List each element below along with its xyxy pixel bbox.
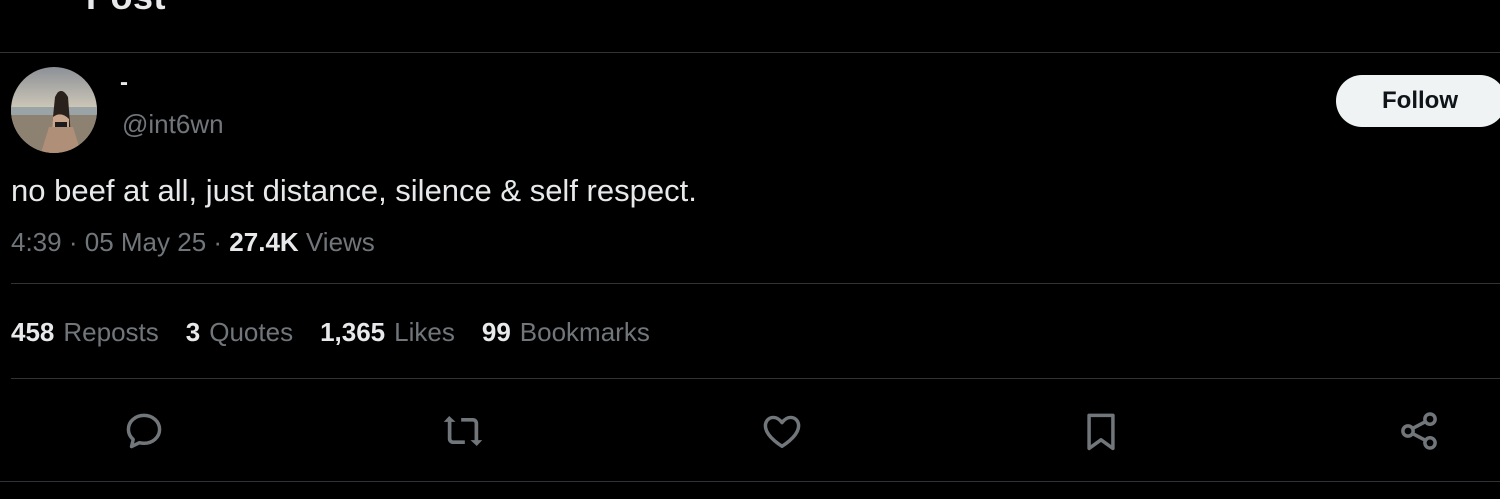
quotes-count: 3 bbox=[185, 317, 201, 347]
meta-separator: · bbox=[213, 227, 223, 257]
views-count: 27.4K bbox=[229, 227, 299, 257]
engagement-stats: 458 Reposts 3 Quotes 1,365 Likes 99 Bookmark… bbox=[11, 315, 677, 349]
quotes-label: Quotes bbox=[209, 317, 294, 347]
follow-button[interactable]: Follow bbox=[1336, 75, 1500, 127]
reply-icon bbox=[126, 413, 162, 449]
divider bbox=[11, 283, 1500, 284]
author-handle[interactable]: @int6wn bbox=[122, 108, 224, 140]
share-icon bbox=[1401, 412, 1437, 450]
divider bbox=[11, 378, 1500, 379]
page-title: Post bbox=[86, 0, 166, 18]
avatar[interactable] bbox=[11, 67, 97, 153]
reposts-stat[interactable]: 458 Reposts bbox=[11, 315, 159, 349]
tweet-meta: 4:39 · 05 May 25 · 27.4K Views bbox=[11, 226, 375, 258]
bookmark-button[interactable] bbox=[1076, 406, 1126, 456]
likes-stat[interactable]: 1,365 Likes bbox=[320, 315, 455, 349]
reposts-label: Reposts bbox=[63, 317, 159, 347]
bookmark-icon bbox=[1087, 413, 1115, 451]
likes-label: Likes bbox=[394, 317, 455, 347]
share-button[interactable] bbox=[1394, 406, 1444, 456]
like-button[interactable] bbox=[757, 406, 807, 456]
profile-photo-beach-icon bbox=[11, 67, 97, 153]
meta-separator: · bbox=[68, 227, 78, 257]
tweet-text: no beef at all, just distance, silence &… bbox=[11, 173, 697, 208]
repost-icon bbox=[443, 415, 483, 447]
author-display-name[interactable]: - bbox=[120, 68, 128, 98]
reposts-count: 458 bbox=[11, 317, 55, 347]
likes-count: 1,365 bbox=[320, 317, 386, 347]
tweet-date[interactable]: 05 May 25 bbox=[85, 227, 206, 257]
divider bbox=[0, 481, 1500, 482]
action-bar bbox=[0, 400, 1500, 464]
bookmarks-stat[interactable]: 99 Bookmarks bbox=[482, 315, 650, 349]
heart-icon bbox=[763, 415, 801, 448]
tweet-time[interactable]: 4:39 bbox=[11, 227, 62, 257]
quotes-stat[interactable]: 3 Quotes bbox=[186, 315, 293, 349]
page-header: Post bbox=[0, 0, 1500, 53]
repost-button[interactable] bbox=[438, 406, 488, 456]
bookmarks-count: 99 bbox=[481, 317, 511, 347]
views-label: Views bbox=[305, 227, 375, 257]
reply-button[interactable] bbox=[119, 406, 169, 456]
bookmarks-label: Bookmarks bbox=[519, 317, 650, 347]
